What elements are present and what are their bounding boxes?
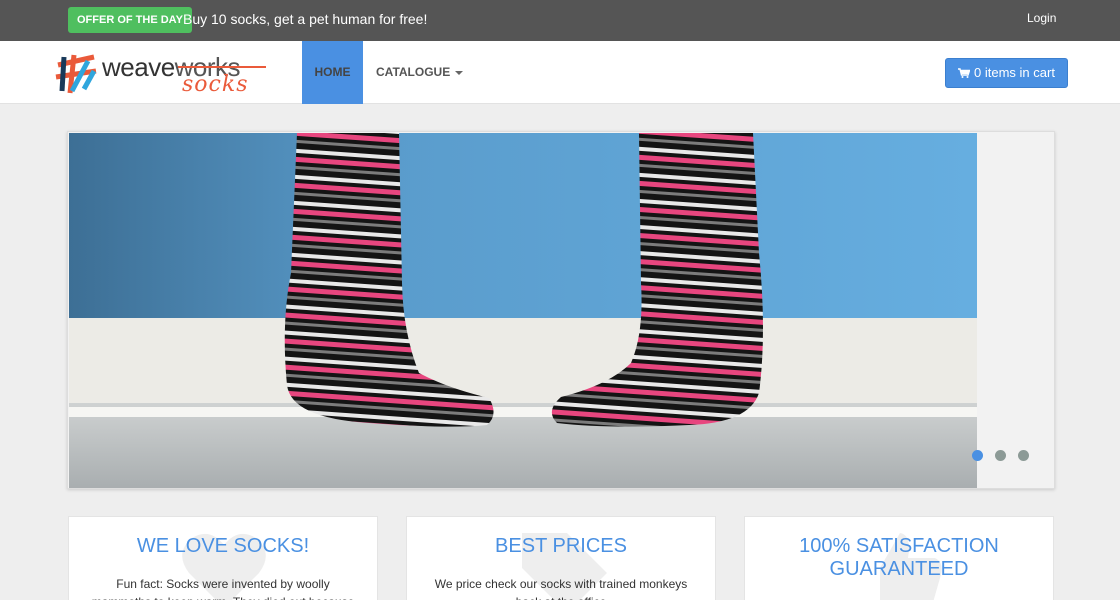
feature-title-line-1: 100% SATISFACTION (799, 535, 999, 557)
shopping-cart-icon (958, 68, 971, 78)
feature-text: We price check our socks with trained mo… (434, 577, 688, 600)
feature-text: Fun fact: Socks were invented by woolly … (92, 577, 355, 600)
logo-socks-text: socks (182, 72, 249, 97)
logo-strike-line (178, 66, 266, 68)
feature-title: BEST PRICES (495, 535, 627, 557)
striped-socks-image (69, 133, 977, 488)
feature-box-best-prices: BEST PRICES We price check our socks wit… (406, 516, 716, 600)
logo-weave: weave (102, 52, 175, 82)
offer-of-the-day-badge[interactable]: OFFER OF THE DAY (68, 7, 192, 33)
cart-count-label: 0 items in cart (974, 65, 1055, 80)
nav-catalogue-dropdown[interactable]: CATALOGUE (376, 41, 464, 104)
weaveworks-logo-icon (55, 54, 97, 94)
cart-button[interactable]: 0 items in cart (945, 58, 1068, 88)
feature-box-love-socks: WE LOVE SOCKS! Fun fact: Socks were inve… (68, 516, 378, 600)
nav-catalogue-label: CATALOGUE (376, 65, 451, 79)
feature-title-line-2: GUARANTEED (829, 558, 969, 580)
hero-carousel[interactable] (67, 131, 1055, 489)
main-navbar: weaveworks socks HOME CATALOGUE 0 items … (0, 41, 1120, 104)
top-bar: OFFER OF THE DAY Buy 10 socks, get a pet… (0, 0, 1120, 41)
chevron-down-icon (455, 70, 464, 75)
offer-text[interactable]: Buy 10 socks, get a pet human for free! (183, 10, 427, 28)
nav-home[interactable]: HOME (302, 41, 363, 104)
carousel-dot-2[interactable] (995, 450, 1006, 461)
login-link[interactable]: Login (1027, 10, 1056, 26)
carousel-dot-3[interactable] (1018, 450, 1029, 461)
feature-title: WE LOVE SOCKS! (136, 535, 310, 557)
weaveworks-socks-logo[interactable]: weaveworks socks (54, 50, 269, 98)
carousel-dot-1[interactable] (972, 450, 983, 461)
feature-box-satisfaction: 100% SATISFACTION GUARANTEED (744, 516, 1054, 600)
